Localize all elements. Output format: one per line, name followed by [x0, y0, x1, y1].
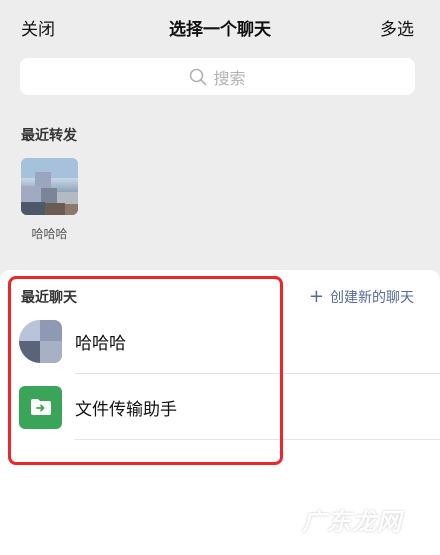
create-new-chat-button[interactable]: + 创建新的聊天: [309, 287, 414, 307]
plus-icon: +: [308, 286, 324, 307]
recent-forward-item[interactable]: 哈哈哈: [21, 158, 78, 242]
header: 关闭 选择一个聊天 多选: [0, 0, 440, 52]
watermark: 广东龙网: [302, 508, 402, 536]
page-title: 选择一个聊天: [169, 20, 271, 40]
recent-forward-heading: 最近转发: [21, 128, 77, 144]
file-transfer-icon: [19, 385, 62, 429]
search-input[interactable]: 搜索: [20, 58, 415, 95]
multi-select-button[interactable]: 多选: [380, 15, 414, 40]
chat-name: 文件传输助手: [75, 399, 177, 420]
avatar: [21, 158, 78, 215]
chat-list-item[interactable]: 哈哈哈: [0, 308, 440, 374]
recent-chats-heading: 最近聊天: [21, 290, 77, 306]
chat-list-item[interactable]: 文件传输助手: [0, 374, 440, 440]
avatar: [19, 319, 62, 363]
create-new-chat-label: 创建新的聊天: [330, 290, 414, 306]
divider: [75, 439, 440, 440]
chat-name: 哈哈哈: [75, 333, 126, 354]
search-placeholder: 搜索: [213, 68, 246, 88]
recent-forward-name: 哈哈哈: [31, 227, 68, 241]
search-icon: [189, 68, 207, 86]
choose-chat-screen: 关闭 选择一个聊天 多选 搜索 最近转发 哈哈哈 最近聊天 + 创建新的聊天 哈…: [0, 0, 440, 555]
